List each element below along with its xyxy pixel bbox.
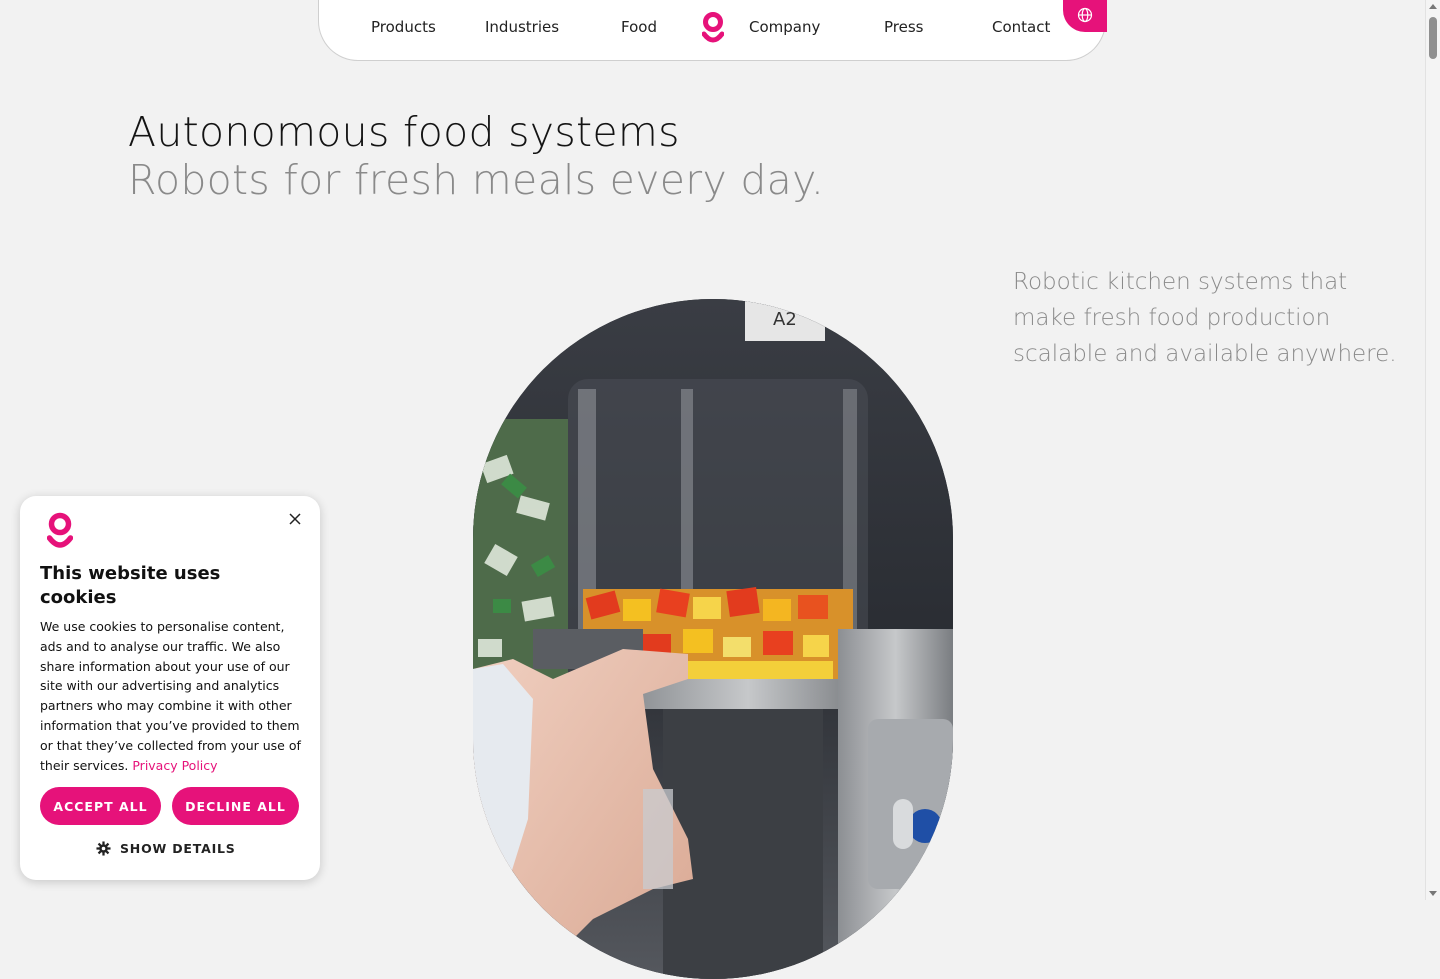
scroll-down-icon[interactable] [1429, 891, 1437, 896]
gear-icon [96, 841, 111, 856]
show-details-label: SHOW DETAILS [120, 841, 236, 856]
nav-item-company[interactable]: Company [749, 18, 820, 36]
show-details-button[interactable]: SHOW DETAILS [96, 841, 236, 856]
nav-item-contact[interactable]: Contact [992, 18, 1050, 36]
hero-description: Robotic kitchen systems that make fresh … [1013, 269, 1397, 367]
cookie-dialog: This website uses cookies We use cookies… [20, 496, 320, 880]
hero-title: Autonomous food systems [128, 108, 680, 156]
language-button[interactable] [1063, 0, 1107, 32]
hero-video: A2 [473, 299, 953, 979]
brand-logo-icon[interactable] [701, 12, 725, 46]
nav-item-industries[interactable]: Industries [485, 18, 559, 36]
scrollbar-thumb[interactable] [1429, 17, 1437, 59]
main-navigation: Products Industries Food Company Press C… [318, 0, 1107, 61]
brand-logo-icon [46, 512, 74, 552]
cookie-body-text: We use cookies to personalise content, a… [40, 619, 301, 773]
svg-text:A2: A2 [773, 309, 797, 330]
accept-all-button[interactable]: ACCEPT ALL [40, 787, 161, 825]
cookie-title: This website uses cookies [40, 563, 221, 608]
page-scrollbar[interactable] [1425, 0, 1440, 900]
scroll-up-icon[interactable] [1429, 4, 1437, 9]
globe-icon [1077, 7, 1093, 23]
cookie-description: We use cookies to personalise content, a… [40, 617, 304, 775]
hero-subtitle: Robots for fresh meals every day. [128, 156, 825, 204]
nav-item-press[interactable]: Press [884, 18, 923, 36]
privacy-policy-link[interactable]: Privacy Policy [132, 758, 217, 773]
nav-item-products[interactable]: Products [371, 18, 436, 36]
close-icon[interactable] [286, 510, 304, 528]
nav-item-food[interactable]: Food [621, 18, 657, 36]
decline-all-button[interactable]: DECLINE ALL [172, 787, 299, 825]
